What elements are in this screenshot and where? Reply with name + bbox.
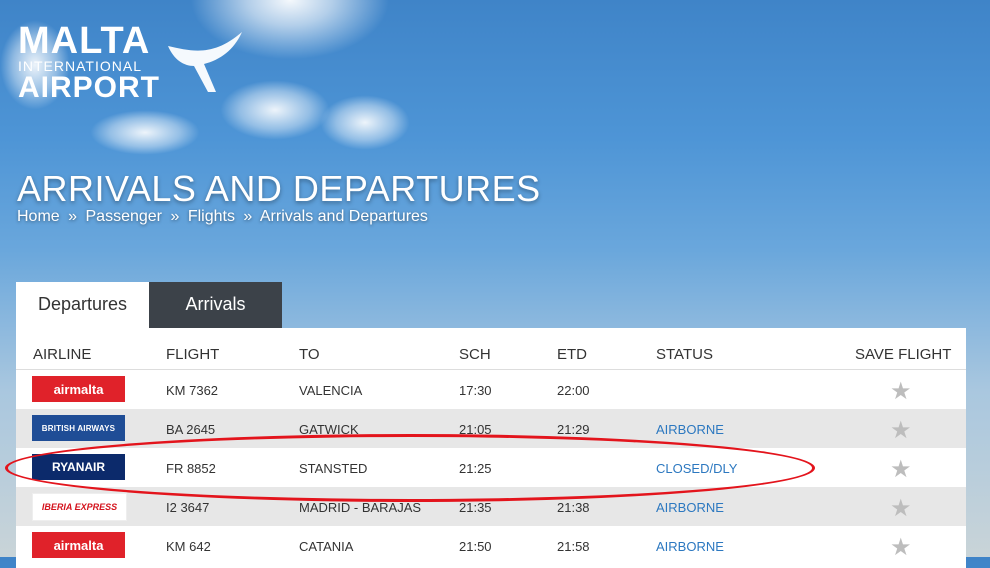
table-header: AIRLINE FLIGHT TO SCH ETD STATUS SAVE FL… xyxy=(16,346,966,368)
header-status: STATUS xyxy=(656,346,713,363)
cell-to: CATANIA xyxy=(299,539,354,554)
cell-sch: 21:25 xyxy=(459,461,492,476)
cell-status: AIRBORNE xyxy=(656,539,724,554)
cell-status: AIRBORNE xyxy=(656,500,724,515)
cloud xyxy=(90,110,200,155)
table-row[interactable]: airmalta KM 642 CATANIA 21:50 21:58 AIRB… xyxy=(16,526,966,565)
airline-logo-british-airways: BRITISH AIRWAYS xyxy=(32,415,125,441)
tab-arrivals[interactable]: Arrivals xyxy=(149,282,282,328)
header-to: TO xyxy=(299,346,320,363)
airline-logo-airmalta: airmalta xyxy=(32,532,125,558)
airport-logo[interactable]: MALTA INTERNATIONAL AIRPORT xyxy=(18,20,242,104)
star-icon[interactable]: ★ xyxy=(890,455,912,484)
breadcrumb-separator: » xyxy=(68,208,78,225)
table-row[interactable]: BRITISH AIRWAYS BA 2645 GATWICK 21:05 21… xyxy=(16,409,966,448)
cell-to: MADRID - BARAJAS xyxy=(299,500,422,515)
cell-flight: KM 7362 xyxy=(166,383,219,398)
cell-etd: 21:29 xyxy=(557,422,590,437)
cell-to: VALENCIA xyxy=(299,383,363,398)
header-airline: AIRLINE xyxy=(33,346,92,363)
cell-flight: I2 3647 xyxy=(166,500,210,515)
table-row[interactable]: RYANAIR FR 8852 STANSTED 21:25 CLOSED/DL… xyxy=(16,448,966,487)
airline-logo-iberia-express: IBERIA EXPRESS xyxy=(32,493,127,521)
breadcrumb-passenger[interactable]: Passenger xyxy=(86,208,163,225)
cell-sch: 21:05 xyxy=(459,422,492,437)
breadcrumb: Home » Passenger » Flights » Arrivals an… xyxy=(17,208,432,226)
star-icon[interactable]: ★ xyxy=(890,416,912,445)
cloud xyxy=(320,95,410,150)
logo-line-airport: AIRPORT xyxy=(18,71,160,104)
breadcrumb-separator: » xyxy=(170,208,180,225)
header-flight: FLIGHT xyxy=(166,346,220,363)
breadcrumb-separator: » xyxy=(243,208,253,225)
header-etd: ETD xyxy=(557,346,587,363)
cell-sch: 21:35 xyxy=(459,500,492,515)
cell-to: GATWICK xyxy=(299,422,359,437)
cell-sch: 21:50 xyxy=(459,539,492,554)
star-icon[interactable]: ★ xyxy=(890,377,912,406)
cell-flight: BA 2645 xyxy=(166,422,216,437)
page-title: ARRIVALS AND DEPARTURES xyxy=(17,168,541,209)
cell-sch: 17:30 xyxy=(459,383,492,398)
cell-status: CLOSED/DLY xyxy=(656,461,738,476)
tab-bar: Departures Arrivals xyxy=(16,282,282,328)
cell-to: STANSTED xyxy=(299,461,368,476)
table-row[interactable]: IBERIA EXPRESS I2 3647 MADRID - BARAJAS … xyxy=(16,487,966,526)
star-icon[interactable]: ★ xyxy=(890,533,912,562)
cell-etd: 21:38 xyxy=(557,500,590,515)
cell-flight: KM 642 xyxy=(166,539,211,554)
header-save-flight: SAVE FLIGHT xyxy=(855,346,952,363)
airline-logo-airmalta: airmalta xyxy=(32,376,125,402)
logo-line-malta: MALTA xyxy=(18,20,151,62)
plane-icon xyxy=(168,32,242,92)
flight-board: AIRLINE FLIGHT TO SCH ETD STATUS SAVE FL… xyxy=(16,328,966,568)
breadcrumb-flights[interactable]: Flights xyxy=(188,208,235,225)
star-icon[interactable]: ★ xyxy=(890,494,912,523)
cell-etd: 22:00 xyxy=(557,383,590,398)
header-sch: SCH xyxy=(459,346,491,363)
breadcrumb-home[interactable]: Home xyxy=(17,208,60,225)
cell-status: AIRBORNE xyxy=(656,422,724,437)
tab-departures[interactable]: Departures xyxy=(16,282,149,328)
airline-logo-ryanair: RYANAIR xyxy=(32,454,125,480)
breadcrumb-current: Arrivals and Departures xyxy=(259,208,428,225)
table-row[interactable]: airmalta KM 7362 VALENCIA 17:30 22:00 ★ xyxy=(16,370,966,409)
cell-etd: 21:58 xyxy=(557,539,590,554)
cell-flight: FR 8852 xyxy=(166,461,216,476)
